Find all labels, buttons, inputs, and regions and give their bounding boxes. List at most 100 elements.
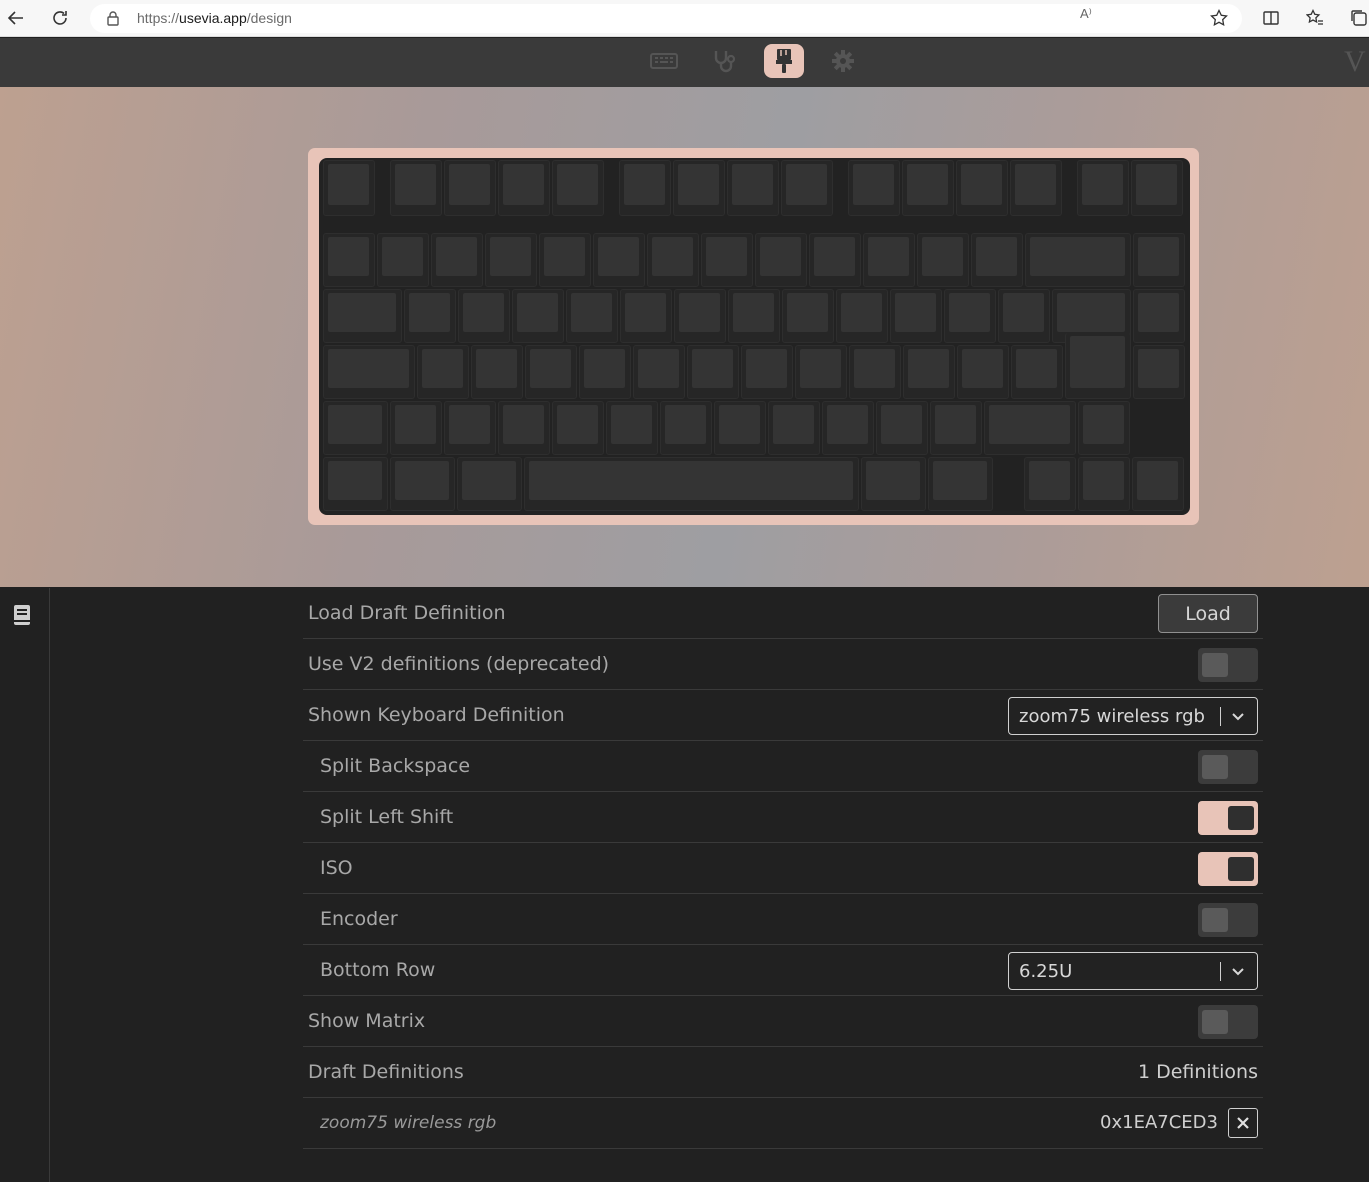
- split-backspace-toggle[interactable]: [1198, 750, 1258, 784]
- split-left-shift-toggle[interactable]: [1198, 801, 1258, 835]
- key[interactable]: [849, 345, 901, 399]
- key[interactable]: [1077, 160, 1129, 216]
- paintbrush-icon[interactable]: [764, 44, 804, 78]
- key[interactable]: [687, 345, 739, 399]
- key[interactable]: [944, 289, 996, 343]
- key[interactable]: [903, 345, 955, 399]
- iso-enter-key[interactable]: [1065, 333, 1131, 399]
- key[interactable]: [1010, 160, 1062, 216]
- chevron-down-icon[interactable]: [1231, 708, 1245, 727]
- encoder-toggle[interactable]: [1198, 903, 1258, 937]
- key[interactable]: [876, 401, 928, 455]
- key[interactable]: [1132, 457, 1184, 511]
- collections-icon[interactable]: [1347, 6, 1369, 30]
- key[interactable]: [998, 289, 1050, 343]
- key[interactable]: [377, 233, 429, 287]
- key[interactable]: [1025, 233, 1131, 287]
- favorite-star-icon[interactable]: [1207, 6, 1231, 30]
- key[interactable]: [741, 345, 793, 399]
- key[interactable]: [727, 160, 779, 216]
- key[interactable]: [957, 345, 1009, 399]
- read-aloud-icon[interactable]: A⁾: [1080, 6, 1092, 22]
- key[interactable]: [755, 233, 807, 287]
- key[interactable]: [606, 401, 658, 455]
- key[interactable]: [674, 289, 726, 343]
- key[interactable]: [498, 401, 550, 455]
- key[interactable]: [673, 160, 725, 216]
- keyboard-icon[interactable]: [644, 44, 684, 78]
- key[interactable]: [1078, 457, 1130, 511]
- key[interactable]: [822, 401, 874, 455]
- key[interactable]: [971, 233, 1023, 287]
- key[interactable]: [539, 233, 591, 287]
- key[interactable]: [863, 233, 915, 287]
- keyboard-definition-select[interactable]: zoom75 wireless rgb: [1008, 697, 1258, 735]
- key[interactable]: [782, 289, 834, 343]
- key[interactable]: [390, 457, 455, 511]
- key[interactable]: [956, 160, 1008, 216]
- key[interactable]: [444, 401, 496, 455]
- back-arrow-icon[interactable]: [4, 6, 28, 30]
- key[interactable]: [579, 345, 631, 399]
- spacebar[interactable]: [524, 457, 859, 511]
- key[interactable]: [431, 233, 483, 287]
- split-screen-icon[interactable]: [1259, 6, 1283, 30]
- key[interactable]: [917, 233, 969, 287]
- key[interactable]: [848, 160, 900, 216]
- iso-toggle[interactable]: [1198, 852, 1258, 886]
- book-icon[interactable]: [12, 604, 32, 626]
- gear-icon[interactable]: [823, 44, 863, 78]
- show-matrix-toggle[interactable]: [1198, 1005, 1258, 1039]
- key[interactable]: [728, 289, 780, 343]
- key[interactable]: [647, 233, 699, 287]
- key[interactable]: [525, 345, 577, 399]
- key[interactable]: [512, 289, 564, 343]
- key[interactable]: [485, 233, 537, 287]
- key[interactable]: [404, 289, 456, 343]
- load-button[interactable]: Load: [1158, 594, 1258, 633]
- key[interactable]: [323, 457, 388, 511]
- key[interactable]: [593, 233, 645, 287]
- key[interactable]: [1131, 160, 1183, 216]
- key[interactable]: [619, 160, 671, 216]
- key[interactable]: [701, 233, 753, 287]
- key[interactable]: [390, 160, 442, 216]
- key[interactable]: [660, 401, 712, 455]
- key[interactable]: [323, 401, 388, 455]
- key[interactable]: [323, 345, 415, 399]
- key[interactable]: [620, 289, 672, 343]
- key[interactable]: [471, 345, 523, 399]
- key[interactable]: [781, 160, 833, 216]
- key[interactable]: [890, 289, 942, 343]
- key[interactable]: [984, 401, 1076, 455]
- key[interactable]: [768, 401, 820, 455]
- key[interactable]: [390, 401, 442, 455]
- key[interactable]: [930, 401, 982, 455]
- key[interactable]: [566, 289, 618, 343]
- key[interactable]: [928, 457, 993, 511]
- key[interactable]: [1133, 289, 1185, 343]
- key[interactable]: [1011, 345, 1063, 399]
- key[interactable]: [902, 160, 954, 216]
- key[interactable]: [633, 345, 685, 399]
- key[interactable]: [323, 289, 402, 343]
- favorites-icon[interactable]: [1303, 6, 1327, 30]
- key[interactable]: [1133, 345, 1185, 399]
- chevron-down-icon[interactable]: [1231, 963, 1245, 982]
- key[interactable]: [714, 401, 766, 455]
- stethoscope-icon[interactable]: [704, 44, 744, 78]
- refresh-icon[interactable]: [48, 6, 72, 30]
- key[interactable]: [444, 160, 496, 216]
- use-v2-toggle[interactable]: [1198, 648, 1258, 682]
- key[interactable]: [457, 457, 522, 511]
- key[interactable]: [417, 345, 469, 399]
- remove-definition-button[interactable]: [1228, 1108, 1258, 1138]
- key[interactable]: [809, 233, 861, 287]
- key[interactable]: [552, 401, 604, 455]
- key[interactable]: [552, 160, 604, 216]
- bottom-row-select[interactable]: 6.25U: [1008, 952, 1258, 990]
- key[interactable]: [795, 345, 847, 399]
- key[interactable]: [323, 160, 375, 216]
- key[interactable]: [323, 233, 375, 287]
- key[interactable]: [1024, 457, 1076, 511]
